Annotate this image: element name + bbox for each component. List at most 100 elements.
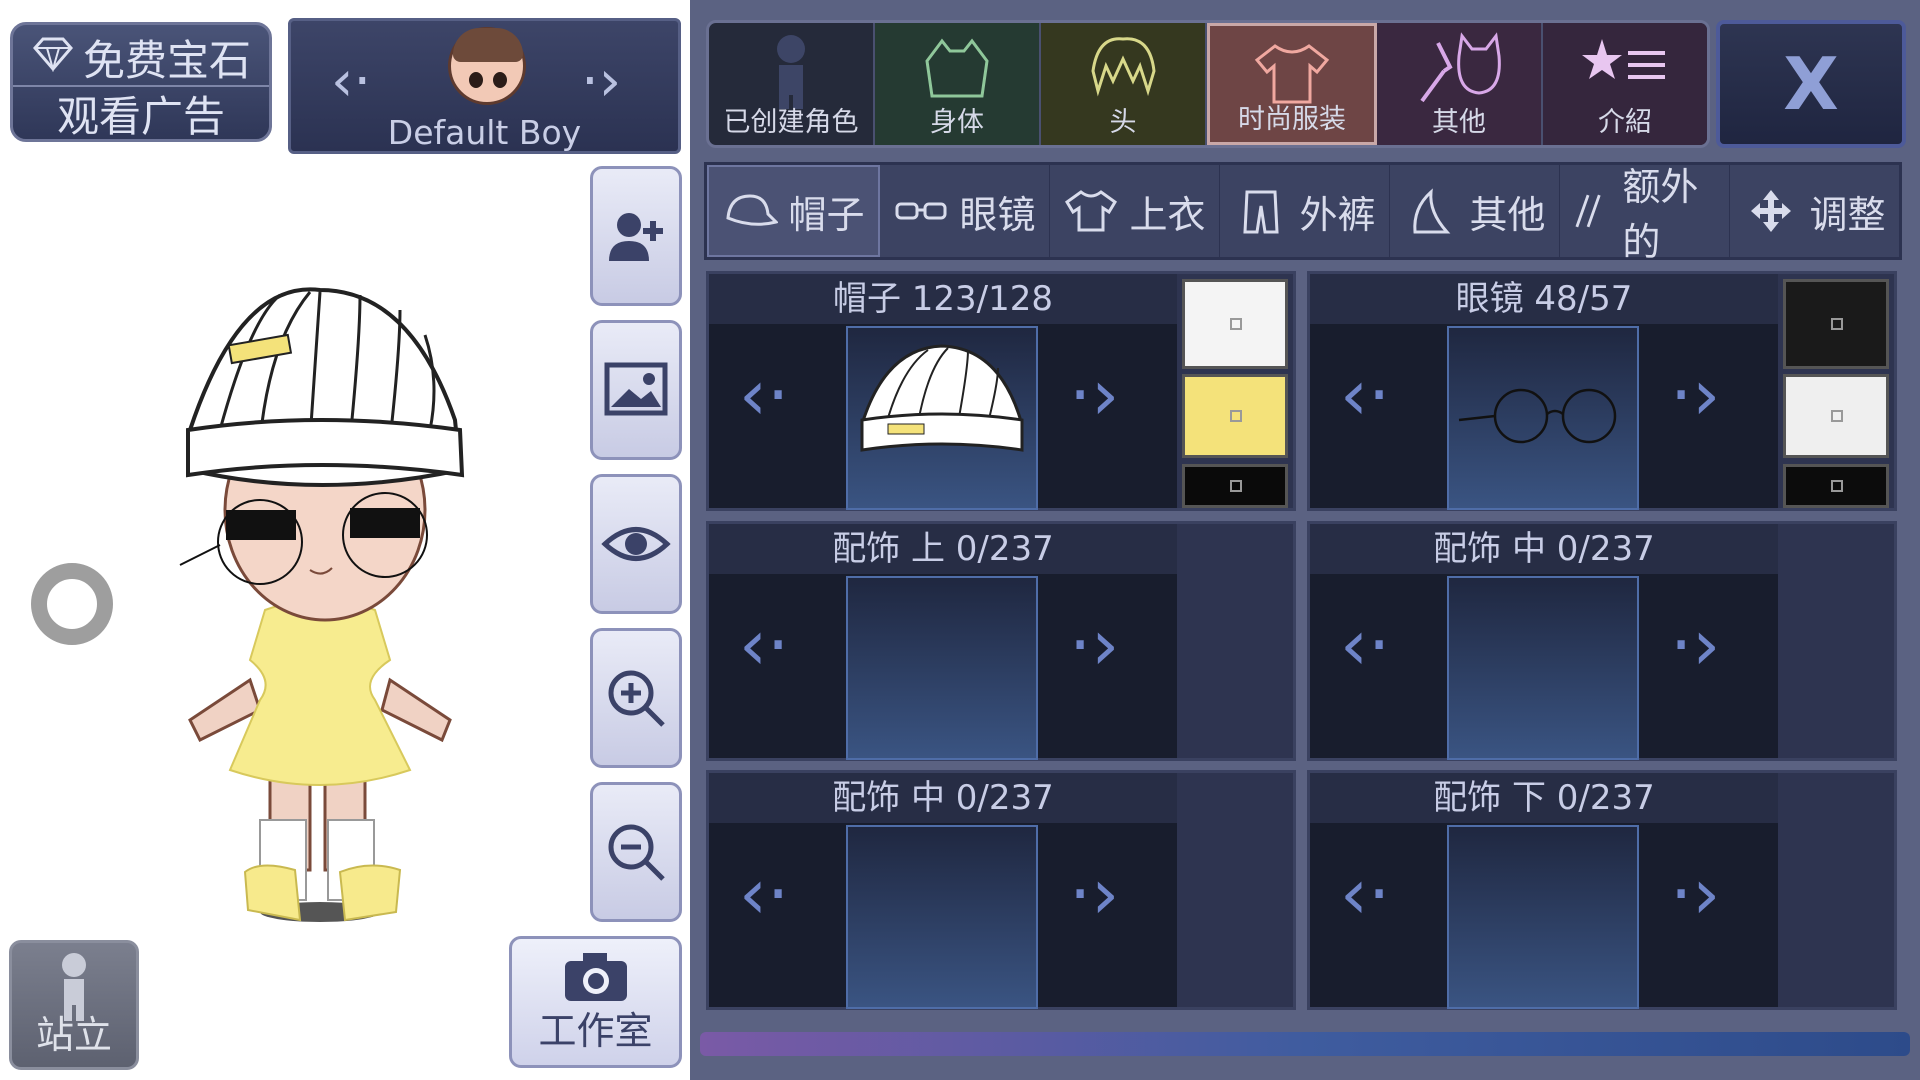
glasses-icon [895, 202, 947, 220]
category-tabs: 帽子 眼镜 上衣 外裤 其他 额外的 调整 [704, 162, 1902, 264]
character-avatar [448, 27, 526, 105]
color-swatch-column [1778, 773, 1894, 1007]
slot-title: 眼镜 48/57 [1310, 274, 1778, 324]
tab-body[interactable]: 身体 [875, 23, 1041, 145]
game-screen: 免费宝石 观看广告 ‹· ·› Default Boy 站立 工作室 已创建角色… [0, 0, 1920, 1080]
color-swatch-column [1778, 524, 1894, 758]
chevron-left-icon[interactable]: ‹· [739, 354, 789, 436]
character-figure[interactable] [160, 280, 470, 940]
tab-other[interactable]: 其他 [1377, 23, 1543, 145]
free-gems-button[interactable]: 免费宝石 观看广告 [10, 22, 272, 142]
tab-head[interactable]: 头 [1041, 23, 1207, 145]
add-person-icon [609, 213, 663, 261]
zoom-out-icon [608, 824, 665, 881]
free-gems-row: 免费宝石 [13, 29, 269, 85]
glasses-preview [1458, 388, 1617, 444]
slash-icon [1575, 194, 1601, 228]
slot-title: 配饰 中 0/237 [709, 773, 1177, 823]
color-swatch-column [1778, 274, 1894, 508]
tab-created-characters[interactable]: 已创建角色 [709, 23, 875, 145]
studio-label: 工作室 [538, 1009, 653, 1053]
shirt-icon [1065, 190, 1118, 232]
color-swatch[interactable] [1182, 464, 1288, 508]
color-swatch-column [1177, 524, 1293, 758]
zoom-in-button[interactable] [590, 628, 682, 768]
item-slot: 配饰 中 0/237 ‹· ·› [1307, 521, 1897, 761]
tab-glasses[interactable]: 眼镜 [880, 165, 1050, 257]
tab-fashion[interactable]: 时尚服装 [1207, 23, 1377, 145]
main-tab-bar: 已创建角色 身体 头 时尚服装 其他 介紹 [706, 20, 1710, 148]
sword-cat-icon [1420, 32, 1501, 103]
character-icon [777, 35, 805, 109]
cap-icon [726, 194, 779, 226]
tab-extra[interactable]: 额外的 [1560, 165, 1730, 264]
pants-icon [1243, 190, 1280, 234]
item-preview[interactable] [1447, 326, 1639, 510]
hair-icon [1091, 37, 1156, 97]
chevron-left-icon[interactable]: ‹· [1340, 354, 1390, 436]
move-icon [1751, 190, 1792, 232]
character-selector: ‹· ·› Default Boy [288, 18, 681, 154]
tab-intro[interactable]: 介紹 [1543, 23, 1707, 145]
close-button[interactable]: X [1716, 20, 1906, 148]
item-preview[interactable] [846, 326, 1038, 510]
chevron-left-icon[interactable]: ‹· [1340, 604, 1390, 686]
color-swatch[interactable] [1182, 374, 1288, 458]
tab-adjust[interactable]: 调整 [1730, 165, 1899, 257]
chevron-left-icon[interactable]: ‹· [739, 853, 789, 935]
chevron-left-icon[interactable]: ‹· [331, 49, 371, 114]
other-icon [1413, 188, 1451, 234]
chevron-right-icon[interactable]: ·› [1670, 354, 1720, 436]
chevron-right-icon[interactable]: ·› [1069, 354, 1119, 436]
background-button[interactable] [590, 320, 682, 460]
image-icon [604, 362, 668, 416]
chevron-left-icon[interactable]: ‹· [739, 604, 789, 686]
item-slot: 帽子 123/128 ‹· ·› [706, 271, 1296, 511]
chevron-right-icon[interactable]: ·› [1670, 604, 1720, 686]
star-list-icon [1582, 39, 1665, 79]
watch-ad-row: 观看广告 [13, 85, 269, 141]
zoom-in-icon [608, 670, 665, 727]
bottom-scroll-bar[interactable] [700, 1032, 1910, 1056]
chevron-right-icon[interactable]: ·› [1069, 853, 1119, 935]
color-swatch[interactable] [1783, 279, 1889, 369]
beanie-preview [860, 344, 1024, 452]
slot-title: 配饰 下 0/237 [1310, 773, 1778, 823]
chevron-right-icon[interactable]: ·› [581, 49, 621, 114]
item-slot: 眼镜 48/57 ‹· ·› [1307, 271, 1897, 511]
studio-button[interactable]: 工作室 [509, 936, 682, 1068]
eye-icon [601, 527, 671, 561]
joystick-ring[interactable] [31, 563, 113, 645]
gem-icon [31, 33, 75, 82]
character-name: Default Boy [387, 113, 582, 152]
tab-hat[interactable]: 帽子 [707, 165, 880, 257]
watch-ad-label: 观看广告 [56, 91, 225, 141]
color-swatch[interactable] [1783, 464, 1889, 508]
tab-other-items[interactable]: 其他 [1390, 165, 1560, 257]
item-preview[interactable] [1447, 576, 1639, 760]
free-gems-label: 免费宝石 [82, 35, 251, 85]
stand-label: 站立 [35, 1013, 112, 1057]
close-icon: X [1783, 42, 1839, 126]
tab-pants[interactable]: 外裤 [1220, 165, 1390, 257]
visibility-button[interactable] [590, 474, 682, 614]
slot-title: 帽子 123/128 [709, 274, 1177, 324]
item-preview[interactable] [846, 576, 1038, 760]
slot-title: 配饰 上 0/237 [709, 524, 1177, 574]
chevron-right-icon[interactable]: ·› [1670, 853, 1720, 935]
item-preview[interactable] [846, 825, 1038, 1009]
slot-title: 配饰 中 0/237 [1310, 524, 1778, 574]
color-swatch[interactable] [1182, 279, 1288, 369]
item-slot: 配饰 下 0/237 ‹· ·› [1307, 770, 1897, 1010]
item-slot: 配饰 上 0/237 ‹· ·› [706, 521, 1296, 761]
chevron-right-icon[interactable]: ·› [1069, 604, 1119, 686]
item-preview[interactable] [1447, 825, 1639, 1009]
tab-top[interactable]: 上衣 [1050, 165, 1220, 257]
color-swatch[interactable] [1783, 374, 1889, 458]
camera-icon [564, 953, 627, 1001]
shirt-outline-icon [925, 38, 989, 98]
add-character-button[interactable] [590, 166, 682, 306]
stand-button[interactable]: 站立 [9, 940, 139, 1070]
chevron-left-icon[interactable]: ‹· [1340, 853, 1390, 935]
zoom-out-button[interactable] [590, 782, 682, 922]
